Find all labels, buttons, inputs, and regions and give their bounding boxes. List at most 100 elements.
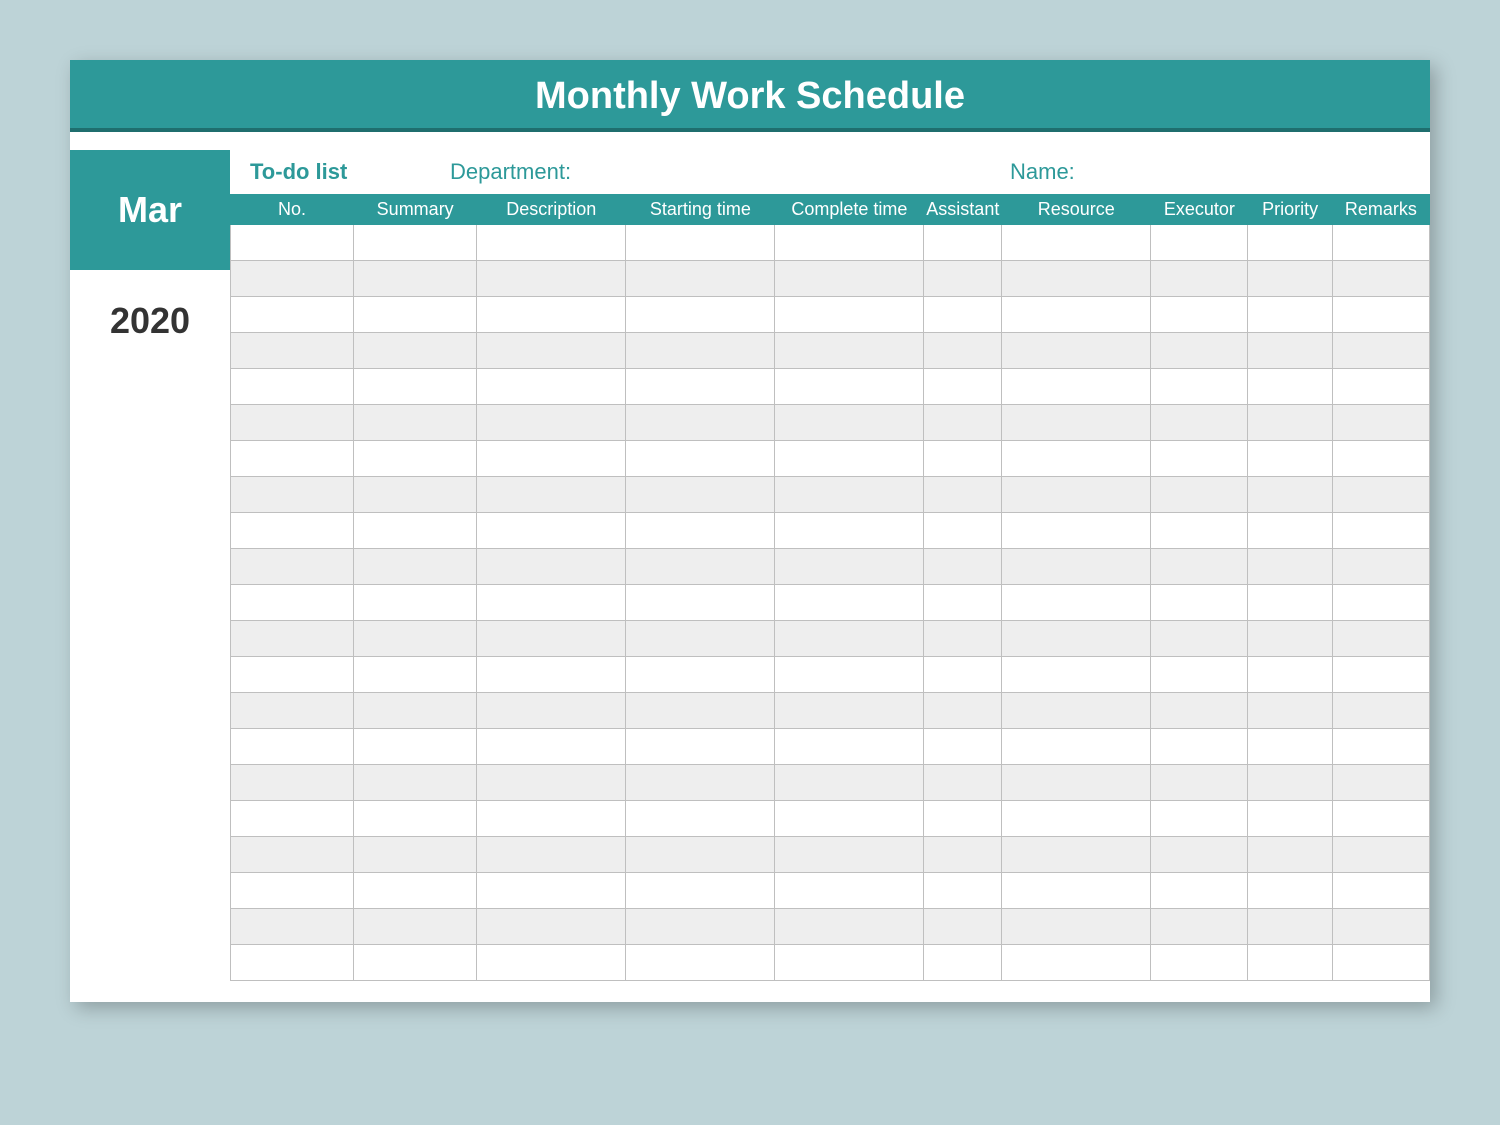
table-cell[interactable] bbox=[354, 801, 477, 837]
table-cell[interactable] bbox=[1248, 837, 1332, 873]
table-cell[interactable] bbox=[1151, 801, 1248, 837]
table-cell[interactable] bbox=[1002, 477, 1151, 513]
table-cell[interactable] bbox=[231, 693, 354, 729]
table-cell[interactable] bbox=[775, 621, 924, 657]
table-cell[interactable] bbox=[1151, 585, 1248, 621]
table-cell[interactable] bbox=[477, 441, 626, 477]
table-cell[interactable] bbox=[924, 729, 1002, 765]
table-cell[interactable] bbox=[354, 909, 477, 945]
table-cell[interactable] bbox=[1248, 621, 1332, 657]
table-cell[interactable] bbox=[924, 513, 1002, 549]
table-cell[interactable] bbox=[775, 225, 924, 261]
table-cell[interactable] bbox=[924, 873, 1002, 909]
table-cell[interactable] bbox=[354, 297, 477, 333]
table-cell[interactable] bbox=[775, 513, 924, 549]
table-cell[interactable] bbox=[775, 585, 924, 621]
table-cell[interactable] bbox=[775, 333, 924, 369]
table-cell[interactable] bbox=[775, 873, 924, 909]
table-cell[interactable] bbox=[477, 945, 626, 981]
table-cell[interactable] bbox=[626, 693, 775, 729]
table-cell[interactable] bbox=[626, 441, 775, 477]
table-cell[interactable] bbox=[775, 261, 924, 297]
table-cell[interactable] bbox=[1151, 873, 1248, 909]
table-cell[interactable] bbox=[354, 585, 477, 621]
table-cell[interactable] bbox=[477, 297, 626, 333]
table-cell[interactable] bbox=[1002, 693, 1151, 729]
table-cell[interactable] bbox=[1248, 693, 1332, 729]
table-cell[interactable] bbox=[626, 873, 775, 909]
table-cell[interactable] bbox=[1002, 945, 1151, 981]
table-cell[interactable] bbox=[354, 225, 477, 261]
table-cell[interactable] bbox=[924, 765, 1002, 801]
table-cell[interactable] bbox=[231, 837, 354, 873]
table-cell[interactable] bbox=[477, 585, 626, 621]
table-cell[interactable] bbox=[626, 369, 775, 405]
table-cell[interactable] bbox=[626, 837, 775, 873]
table-cell[interactable] bbox=[1151, 621, 1248, 657]
table-cell[interactable] bbox=[1151, 261, 1248, 297]
table-cell[interactable] bbox=[1151, 333, 1248, 369]
table-cell[interactable] bbox=[626, 945, 775, 981]
table-cell[interactable] bbox=[1002, 585, 1151, 621]
table-cell[interactable] bbox=[1332, 909, 1429, 945]
table-cell[interactable] bbox=[477, 837, 626, 873]
table-cell[interactable] bbox=[1332, 441, 1429, 477]
table-cell[interactable] bbox=[626, 513, 775, 549]
table-cell[interactable] bbox=[354, 513, 477, 549]
table-cell[interactable] bbox=[1332, 693, 1429, 729]
table-cell[interactable] bbox=[1332, 333, 1429, 369]
table-cell[interactable] bbox=[354, 369, 477, 405]
table-cell[interactable] bbox=[231, 873, 354, 909]
table-cell[interactable] bbox=[231, 621, 354, 657]
table-cell[interactable] bbox=[775, 801, 924, 837]
table-cell[interactable] bbox=[477, 801, 626, 837]
table-cell[interactable] bbox=[1248, 441, 1332, 477]
table-cell[interactable] bbox=[354, 873, 477, 909]
table-cell[interactable] bbox=[231, 657, 354, 693]
table-cell[interactable] bbox=[354, 441, 477, 477]
table-cell[interactable] bbox=[924, 477, 1002, 513]
table-cell[interactable] bbox=[477, 873, 626, 909]
table-cell[interactable] bbox=[1332, 225, 1429, 261]
table-cell[interactable] bbox=[1332, 729, 1429, 765]
table-cell[interactable] bbox=[477, 549, 626, 585]
table-cell[interactable] bbox=[1332, 837, 1429, 873]
table-cell[interactable] bbox=[477, 333, 626, 369]
table-cell[interactable] bbox=[626, 801, 775, 837]
table-cell[interactable] bbox=[924, 909, 1002, 945]
table-cell[interactable] bbox=[231, 945, 354, 981]
table-cell[interactable] bbox=[231, 405, 354, 441]
table-cell[interactable] bbox=[924, 369, 1002, 405]
table-cell[interactable] bbox=[1248, 477, 1332, 513]
table-cell[interactable] bbox=[1248, 513, 1332, 549]
table-cell[interactable] bbox=[626, 729, 775, 765]
table-cell[interactable] bbox=[775, 765, 924, 801]
table-cell[interactable] bbox=[1332, 513, 1429, 549]
table-cell[interactable] bbox=[1248, 873, 1332, 909]
table-cell[interactable] bbox=[231, 333, 354, 369]
table-cell[interactable] bbox=[231, 585, 354, 621]
table-cell[interactable] bbox=[1332, 585, 1429, 621]
table-cell[interactable] bbox=[626, 657, 775, 693]
table-cell[interactable] bbox=[924, 657, 1002, 693]
table-cell[interactable] bbox=[1151, 297, 1248, 333]
table-cell[interactable] bbox=[1332, 945, 1429, 981]
table-cell[interactable] bbox=[354, 729, 477, 765]
table-cell[interactable] bbox=[1332, 765, 1429, 801]
table-cell[interactable] bbox=[1248, 549, 1332, 585]
table-cell[interactable] bbox=[626, 225, 775, 261]
table-cell[interactable] bbox=[354, 765, 477, 801]
table-cell[interactable] bbox=[1248, 369, 1332, 405]
table-cell[interactable] bbox=[477, 693, 626, 729]
table-cell[interactable] bbox=[626, 765, 775, 801]
table-cell[interactable] bbox=[924, 261, 1002, 297]
table-cell[interactable] bbox=[231, 801, 354, 837]
table-cell[interactable] bbox=[477, 657, 626, 693]
table-cell[interactable] bbox=[354, 945, 477, 981]
table-cell[interactable] bbox=[1151, 225, 1248, 261]
table-cell[interactable] bbox=[354, 657, 477, 693]
table-cell[interactable] bbox=[354, 405, 477, 441]
table-cell[interactable] bbox=[1002, 441, 1151, 477]
table-cell[interactable] bbox=[1151, 693, 1248, 729]
table-cell[interactable] bbox=[775, 693, 924, 729]
